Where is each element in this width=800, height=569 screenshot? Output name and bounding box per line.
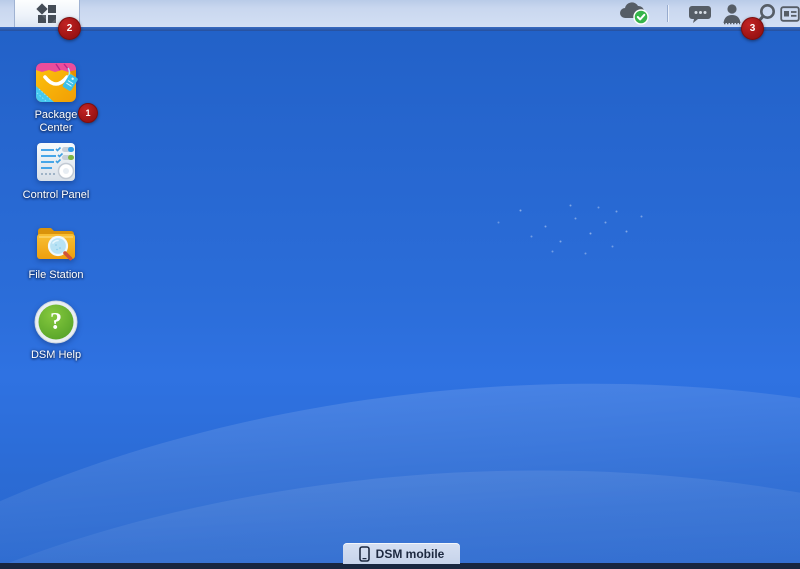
- desktop-icon-label: Control Panel: [23, 189, 90, 202]
- notifications-chat-icon: [688, 3, 712, 25]
- package-center-icon: [32, 58, 80, 106]
- widgets-button[interactable]: [779, 0, 800, 27]
- wallpaper-wave: [0, 314, 800, 569]
- dsm-desktop: 2 3 1: [0, 0, 800, 569]
- desktop-icon-label: DSM Help: [31, 349, 81, 362]
- desktop-icon-label: File Station: [28, 269, 83, 282]
- cloud-sync-button[interactable]: [616, 0, 654, 27]
- tray-separator: [667, 5, 668, 22]
- cloud-sync-icon: [616, 0, 654, 27]
- widgets-panel-icon: [780, 5, 800, 23]
- desktop-icon-dsm-help[interactable]: ? DSM Help: [18, 298, 94, 378]
- desktop-icon-file-station[interactable]: File Station: [18, 218, 94, 298]
- svg-text:?: ?: [50, 309, 62, 335]
- desktop-wallpaper: [0, 0, 800, 569]
- control-panel-icon: [32, 138, 80, 186]
- desktop-icon-control-panel[interactable]: Control Panel: [18, 138, 94, 218]
- main-menu-grid-icon: [37, 4, 57, 24]
- desktop-icon-package-center[interactable]: Package Center: [18, 58, 94, 138]
- dsm-mobile-label: DSM mobile: [376, 547, 445, 561]
- user-account-icon: [720, 2, 744, 26]
- dsm-help-icon: ?: [32, 298, 80, 346]
- annotation-badge-2: 2: [58, 17, 81, 40]
- file-station-icon: [32, 218, 80, 266]
- mobile-phone-icon: [359, 546, 370, 562]
- notifications-button[interactable]: [686, 0, 714, 27]
- annotation-badge-1: 1: [78, 103, 98, 123]
- annotation-badge-3: 3: [741, 17, 764, 40]
- green-check-icon: [634, 10, 648, 24]
- taskbar: [0, 0, 800, 31]
- dsm-mobile-button[interactable]: DSM mobile: [343, 543, 460, 564]
